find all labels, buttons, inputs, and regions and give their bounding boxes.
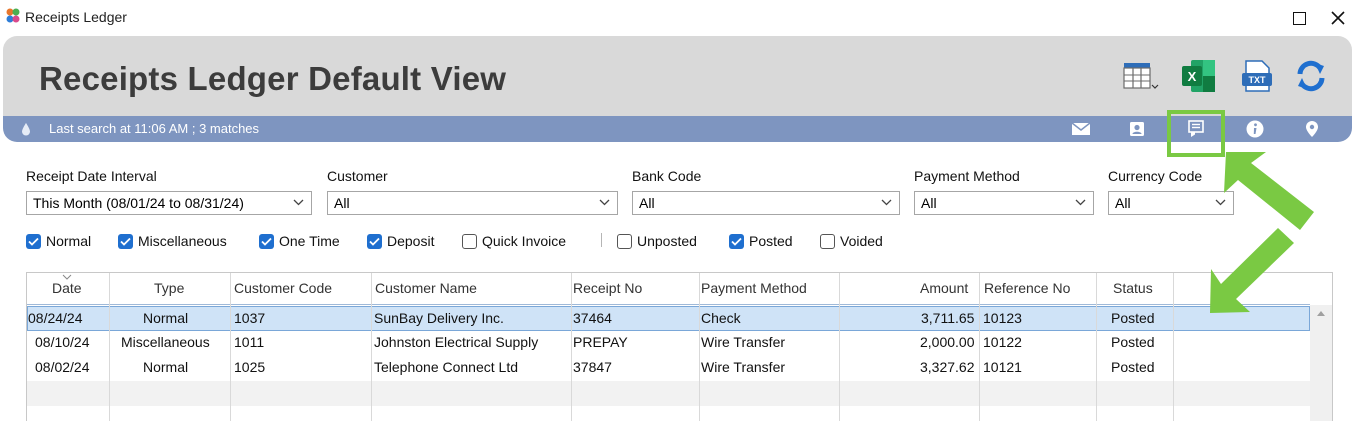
arrow-down-icon — [1210, 228, 1294, 313]
arrow-up-icon — [1224, 152, 1314, 230]
annotation-arrows — [1210, 152, 1314, 313]
